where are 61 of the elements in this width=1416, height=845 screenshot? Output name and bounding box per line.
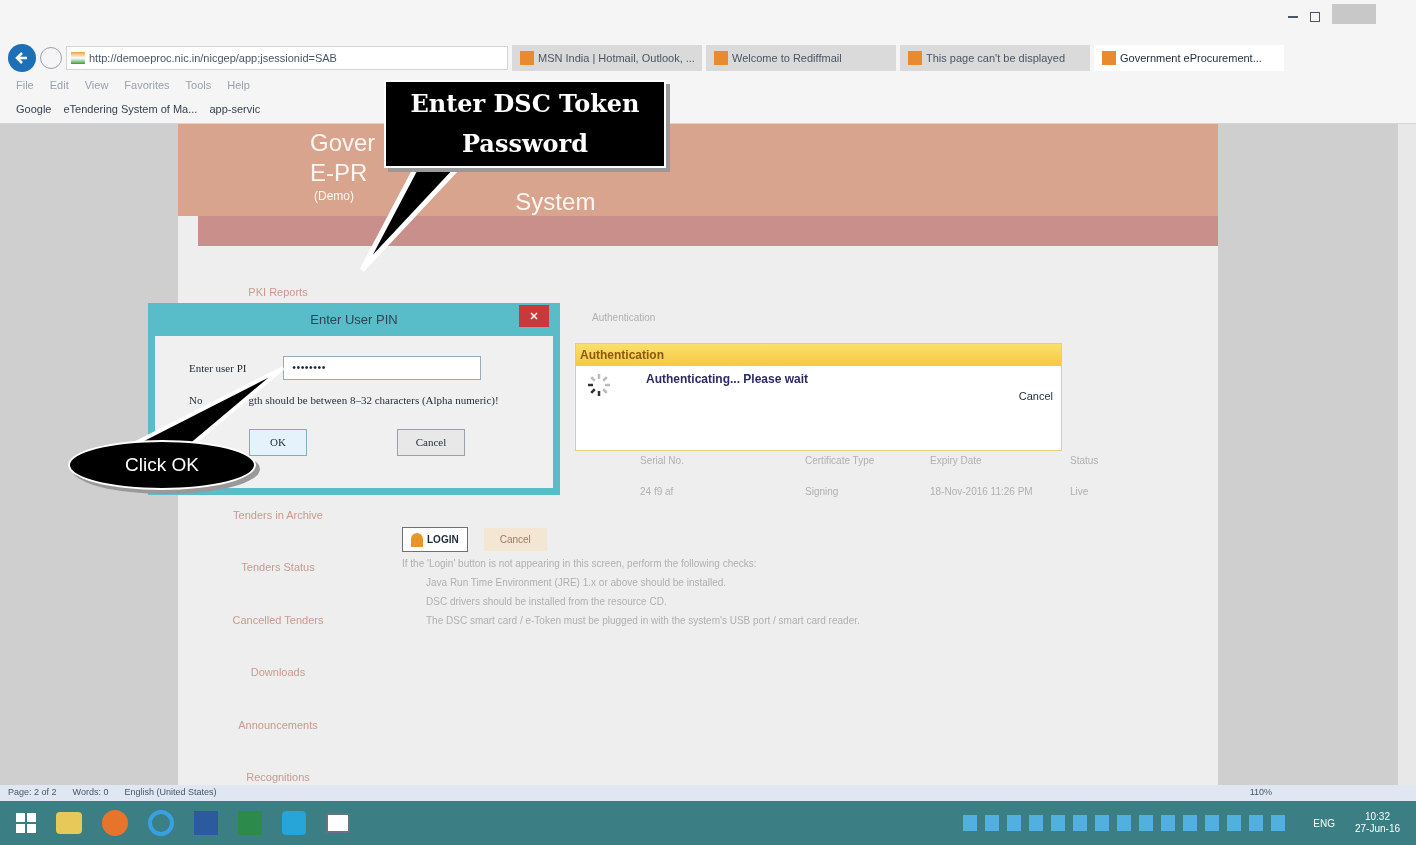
scrollbar[interactable] [1398, 124, 1416, 785]
status-message: Authenticating... Please wait [646, 371, 809, 388]
ok-button[interactable]: OK [249, 428, 307, 456]
language-indicator[interactable]: ENG [1313, 815, 1335, 831]
tab-favicon-icon [520, 51, 534, 65]
dialog-title: Authentication [576, 344, 1061, 366]
login-button[interactable]: LOGIN [402, 527, 468, 552]
maximize-icon[interactable] [1310, 12, 1320, 22]
zoom-level: 110% [1249, 786, 1272, 800]
table-cell-text: Signing [805, 485, 840, 499]
banner-text: (Demo) [313, 188, 355, 204]
browser-tab[interactable]: Government eProcurement... [1094, 45, 1284, 71]
section-title: Authentication [592, 311, 657, 325]
site-flag-icon [71, 52, 85, 64]
status-text: Words: 0 [72, 786, 109, 800]
menu-item[interactable]: View [84, 76, 109, 94]
tab-favicon-icon [908, 51, 922, 65]
address-bar[interactable]: http://demoeproc.nic.in/nicgep/app;jsessionid=SAB [66, 46, 508, 70]
cancel-button[interactable]: Cancel [483, 528, 547, 551]
menu-item[interactable]: Help [227, 76, 250, 94]
field-label: Enter user PI [189, 360, 248, 376]
column-header: Certificate Type [805, 454, 876, 468]
clock[interactable]: 10:32 27-Jun-16 [1354, 810, 1400, 836]
banner-text: E-PR [310, 158, 369, 188]
window-icon[interactable] [326, 813, 350, 833]
tab-favicon-icon [714, 51, 728, 65]
tab-favicon-icon [1102, 51, 1116, 65]
close-icon [530, 312, 538, 320]
banner-text: Gover [310, 128, 376, 158]
cancel-button[interactable]: Cancel [397, 428, 465, 456]
close-button[interactable] [519, 305, 549, 327]
favorite-link[interactable]: Google [16, 101, 52, 118]
table-cell-text: 24 f9 af [640, 485, 675, 499]
status-text: Page: 2 of 2 [8, 786, 57, 800]
menu-item[interactable]: File [16, 76, 34, 94]
minimize-icon[interactable] [1288, 16, 1298, 18]
browser-tab[interactable]: Welcome to Rediffmail [706, 45, 896, 71]
back-button[interactable] [8, 44, 36, 72]
check-item: DSC drivers should be installed from the resource CD. [425, 595, 668, 609]
back-arrow-icon [15, 51, 29, 65]
menu-item[interactable]: Favorites [124, 76, 170, 94]
column-header: Serial No. [640, 454, 685, 468]
browser-tab[interactable]: MSN India | Hotmail, Outlook, ... [512, 45, 702, 71]
favorite-link[interactable]: eTendering System of Ma... [63, 101, 198, 118]
pin-field[interactable]: •••••••• [283, 356, 481, 380]
column-header: Expiry Date [930, 454, 983, 468]
length-note: gth should be between 8–32 characters (Alpha numeric)! [248, 393, 499, 408]
table-cell-text: Live [1070, 485, 1090, 499]
status-text: English (United States) [124, 786, 217, 800]
favorite-link[interactable]: app-servic [209, 101, 261, 118]
menu-item[interactable]: Tools [185, 76, 212, 94]
menu-item[interactable]: Edit [49, 76, 69, 94]
cancel-button[interactable]: Cancel [1018, 388, 1053, 405]
folder-icon[interactable] [56, 812, 82, 834]
table-cell-text: 18-Nov-2016 11:26 PM [930, 485, 1034, 499]
browser-tab[interactable]: This page can't be displayed [900, 45, 1090, 71]
column-header: Status [1070, 454, 1100, 468]
length-note: No [189, 393, 203, 408]
dialog-title: Enter User PIN [310, 310, 398, 329]
windows-icon[interactable] [16, 813, 36, 833]
banner-text: System [515, 187, 596, 217]
